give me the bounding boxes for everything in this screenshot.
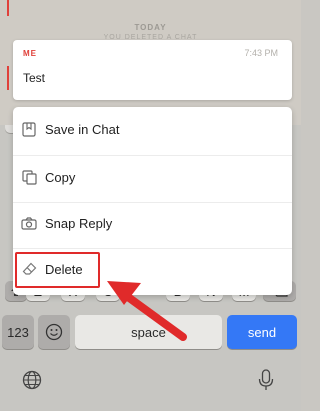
annotation-arrow [107,281,187,341]
